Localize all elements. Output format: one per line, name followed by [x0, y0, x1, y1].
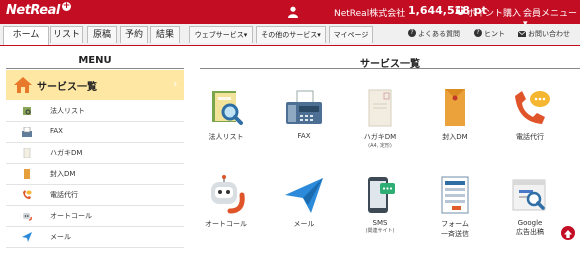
service-mail[interactable]: メール — [274, 175, 334, 229]
envelope-icon — [24, 169, 30, 179]
user-icon[interactable] — [288, 6, 298, 18]
menu-divider — [6, 68, 184, 69]
tab-reservation[interactable]: 予約 — [120, 26, 148, 43]
hint-icon: ? — [474, 29, 482, 37]
service-postcard-dm[interactable]: ハガキDM (A4, 定形) — [350, 88, 410, 149]
tab-results[interactable]: 結果 — [150, 26, 180, 43]
envelope-icon — [517, 30, 527, 37]
back-to-top-button[interactable] — [561, 226, 575, 240]
chevron-right-icon: › — [173, 77, 178, 90]
menu-item-label: 電話代行 — [50, 191, 78, 199]
menu-item-corporate-list[interactable]: 法人リスト — [6, 101, 184, 122]
tab-web-services[interactable]: ウェブサービス▾ — [189, 26, 253, 43]
service-sealed-dm[interactable]: 封入DM — [425, 88, 485, 142]
tab-other-services[interactable]: その他のサービス▾ — [256, 26, 326, 43]
menu-item-label: 法人リスト — [50, 107, 85, 115]
top-bar: NetReal + NetReal株式会社 1,644,528 pt + ポイン… — [0, 0, 580, 29]
google-search-icon — [512, 179, 546, 211]
paper-plane-icon — [285, 178, 323, 213]
home-icon — [14, 77, 32, 93]
service-name: ハガキDM — [363, 133, 397, 141]
tab-manuscript[interactable]: 原稿 — [87, 26, 117, 43]
menu-item-phone-agent[interactable]: 電話代行 — [6, 185, 184, 206]
corporate-list-icon — [212, 91, 243, 125]
tab-list[interactable]: リスト — [50, 26, 83, 43]
main-nav: ホーム リスト 原稿 予約 結果 ウェブサービス▾ その他のサービス▾ マイペー… — [0, 24, 580, 46]
menu-active-label: サービス一覧 — [37, 82, 97, 93]
company-name: NetReal株式会社 — [334, 9, 406, 19]
service-name: FAX — [297, 132, 311, 140]
menu-item-autocall[interactable]: オートコール — [6, 206, 184, 227]
service-form-broadcast[interactable]: フォーム 一斉送信 — [425, 175, 485, 239]
envelope-icon — [445, 89, 465, 126]
faq-label: よくある質問 — [418, 30, 460, 38]
phone-icon — [515, 91, 550, 124]
fax-icon — [22, 127, 32, 137]
services-divider — [200, 68, 580, 69]
logo[interactable]: NetReal — [6, 3, 60, 18]
tab-home[interactable]: ホーム — [3, 26, 49, 45]
form-document-icon — [441, 176, 469, 214]
arrow-up-icon — [564, 230, 572, 238]
hint-link[interactable]: ? ヒント — [474, 29, 505, 39]
service-name: Google — [517, 219, 543, 227]
menu-item-label: メール — [50, 233, 71, 241]
menu-item-fax[interactable]: FAX — [6, 122, 184, 143]
service-name: フォーム — [441, 220, 469, 228]
phone-icon — [23, 190, 32, 199]
paper-plane-icon — [22, 232, 32, 242]
service-name: メール — [293, 220, 315, 228]
contact-link[interactable]: お問い合わせ — [517, 29, 570, 39]
menu-item-label: オートコール — [50, 212, 92, 220]
postcard-icon — [368, 89, 392, 127]
service-google-ads[interactable]: Google 広告出稿 — [500, 175, 560, 237]
postcard-icon — [23, 148, 31, 158]
faq-link[interactable]: ? よくある質問 — [408, 29, 460, 39]
service-name: 法人リスト — [208, 133, 244, 141]
service-phone-agent[interactable]: 電話代行 — [500, 88, 560, 142]
service-sms[interactable]: SMS (関連サイト) — [350, 175, 410, 234]
service-fax[interactable]: FAX — [274, 88, 334, 140]
smartphone-icon — [368, 177, 395, 213]
service-sub: 一斉送信 — [441, 230, 469, 238]
corporate-list-icon — [23, 107, 31, 115]
menu-title: MENU — [78, 55, 112, 66]
service-name: 封入DM — [442, 133, 468, 141]
plus-circle-icon: + — [456, 5, 465, 15]
service-name: オートコール — [205, 220, 247, 228]
buy-points-link[interactable]: ポイント購入 — [467, 6, 521, 19]
menu-item-label: ハガキDM — [50, 149, 83, 157]
question-icon: ? — [408, 29, 416, 37]
robot-icon — [23, 213, 32, 221]
menu-item-label: FAX — [50, 127, 63, 135]
service-sub: (A4, 定形) — [368, 143, 392, 149]
fax-icon — [286, 90, 322, 124]
menu-item-sealed-dm[interactable]: 封入DM — [6, 164, 184, 185]
service-name: 電話代行 — [516, 133, 544, 141]
menu-item-mail[interactable]: メール — [6, 227, 184, 248]
contact-label: お問い合わせ — [528, 30, 570, 38]
service-autocall[interactable]: オートコール — [196, 175, 256, 229]
menu-item-label: 封入DM — [50, 170, 76, 178]
logo-plus-icon: + — [62, 1, 71, 11]
service-sub: (関連サイト) — [365, 228, 395, 234]
menu-item-service-list[interactable]: サービス一覧 › — [6, 70, 184, 100]
tab-mypage[interactable]: マイページ — [329, 26, 373, 43]
service-sub: 広告出稿 — [516, 228, 544, 236]
service-name: SMS — [372, 219, 388, 227]
service-corporate-list[interactable]: 法人リスト — [196, 88, 256, 142]
menu-item-postcard-dm[interactable]: ハガキDM — [6, 143, 184, 164]
robot-icon — [211, 175, 245, 214]
hint-label: ヒント — [484, 30, 505, 38]
